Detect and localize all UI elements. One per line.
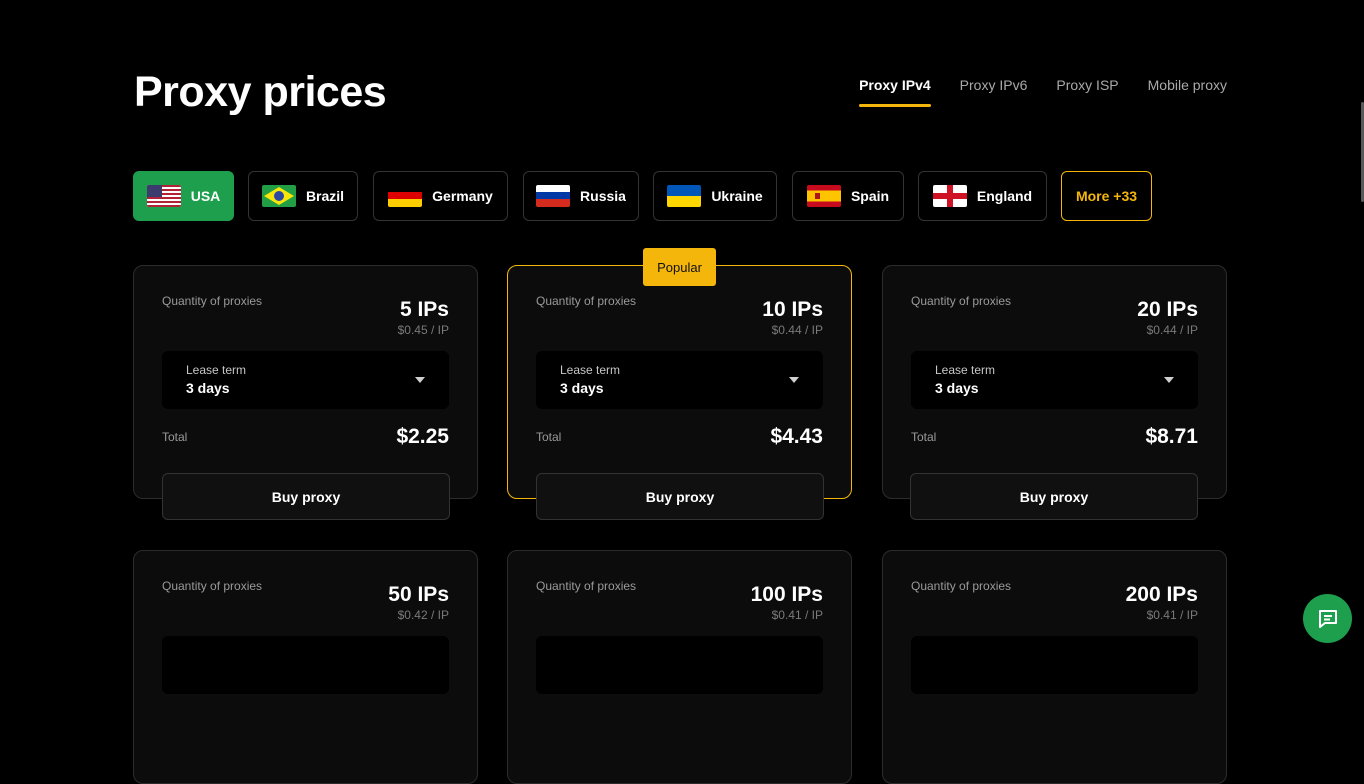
lease-term-label: Lease term (186, 363, 247, 377)
country-label: USA (190, 188, 221, 204)
lease-term-select[interactable] (536, 636, 823, 694)
usa-flag-icon (146, 185, 181, 207)
country-label: Spain (850, 188, 890, 204)
country-label: Germany (432, 188, 493, 204)
brazil-flag-icon (261, 185, 296, 207)
proxy-type-tabs: Proxy IPv4 Proxy IPv6 Proxy ISP Mobile p… (859, 77, 1227, 107)
price-per-ip: $0.45 / IP (397, 323, 449, 337)
lease-term-select[interactable] (162, 636, 449, 694)
page-title: Proxy prices (134, 68, 387, 116)
buy-proxy-button[interactable]: Buy proxy (536, 473, 824, 520)
popular-badge: Popular (643, 248, 716, 286)
chevron-down-icon (789, 377, 799, 383)
quantity-label: Quantity of proxies (911, 294, 1012, 308)
ip-count: 20 IPs (1137, 298, 1198, 321)
ip-count: 10 IPs (762, 298, 823, 321)
country-germany[interactable]: Germany (373, 171, 508, 221)
lease-term-select[interactable]: Lease term 3 days (911, 351, 1198, 409)
lease-term-select[interactable]: Lease term 3 days (162, 351, 449, 409)
chat-icon (1318, 609, 1337, 628)
plan-card-popular: Quantity of proxies 10 IPs $0.44 / IP Le… (507, 265, 852, 499)
ukraine-flag-icon (667, 185, 702, 207)
quantity-label: Quantity of proxies (162, 579, 263, 593)
plan-card: Quantity of proxies 50 IPs $0.42 / IP (133, 550, 478, 784)
chat-button[interactable] (1303, 594, 1352, 643)
more-countries-label: More +33 (1075, 188, 1138, 204)
country-russia[interactable]: Russia (523, 171, 639, 221)
lease-term-label: Lease term (935, 363, 996, 377)
germany-flag-icon (388, 185, 423, 207)
tab-proxy-ipv6[interactable]: Proxy IPv6 (960, 77, 1028, 105)
country-ukraine[interactable]: Ukraine (653, 171, 777, 221)
country-label: Russia (580, 188, 626, 204)
plan-card: Quantity of proxies 100 IPs $0.41 / IP (507, 550, 852, 784)
total-label: Total (162, 430, 188, 444)
price-per-ip: $0.44 / IP (771, 323, 823, 337)
country-brazil[interactable]: Brazil (248, 171, 358, 221)
ip-count: 5 IPs (399, 298, 449, 321)
total-label: Total (536, 430, 562, 444)
country-label: Brazil (305, 188, 345, 204)
country-spain[interactable]: Spain (792, 171, 904, 221)
lease-term-value: 3 days (186, 380, 230, 396)
buy-proxy-button[interactable]: Buy proxy (162, 473, 450, 520)
total-price: $8.71 (1145, 425, 1198, 448)
russia-flag-icon (536, 185, 571, 207)
tab-proxy-ipv4[interactable]: Proxy IPv4 (859, 77, 931, 107)
chevron-down-icon (415, 377, 425, 383)
quantity-label: Quantity of proxies (911, 579, 1012, 593)
price-per-ip: $0.41 / IP (1146, 608, 1198, 622)
buy-proxy-button[interactable]: Buy proxy (910, 473, 1198, 520)
lease-term-select[interactable]: Lease term 3 days (536, 351, 823, 409)
price-per-ip: $0.41 / IP (771, 608, 823, 622)
total-price: $4.43 (770, 425, 823, 448)
lease-term-select[interactable] (911, 636, 1198, 694)
tab-mobile-proxy[interactable]: Mobile proxy (1148, 77, 1227, 105)
quantity-label: Quantity of proxies (536, 579, 637, 593)
country-label: England (976, 188, 1033, 204)
price-per-ip: $0.44 / IP (1146, 323, 1198, 337)
spain-flag-icon (806, 185, 841, 207)
country-usa[interactable]: USA (133, 171, 234, 221)
lease-term-label: Lease term (560, 363, 621, 377)
plan-card: Quantity of proxies 200 IPs $0.41 / IP (882, 550, 1227, 784)
ip-count: 50 IPs (388, 583, 449, 606)
quantity-label: Quantity of proxies (162, 294, 263, 308)
chevron-down-icon (1164, 377, 1174, 383)
price-per-ip: $0.42 / IP (397, 608, 449, 622)
ip-count: 100 IPs (750, 583, 823, 606)
country-label: Ukraine (711, 188, 763, 204)
plan-card: Quantity of proxies 5 IPs $0.45 / IP Lea… (133, 265, 478, 499)
plan-card: Quantity of proxies 20 IPs $0.44 / IP Le… (882, 265, 1227, 499)
lease-term-value: 3 days (935, 380, 979, 396)
more-countries-button[interactable]: More +33 (1061, 171, 1152, 221)
england-flag-icon (932, 185, 967, 207)
ip-count: 200 IPs (1125, 583, 1198, 606)
tab-proxy-isp[interactable]: Proxy ISP (1056, 77, 1118, 105)
total-price: $2.25 (396, 425, 449, 448)
lease-term-value: 3 days (560, 380, 604, 396)
quantity-label: Quantity of proxies (536, 294, 637, 308)
total-label: Total (911, 430, 937, 444)
country-england[interactable]: England (918, 171, 1047, 221)
